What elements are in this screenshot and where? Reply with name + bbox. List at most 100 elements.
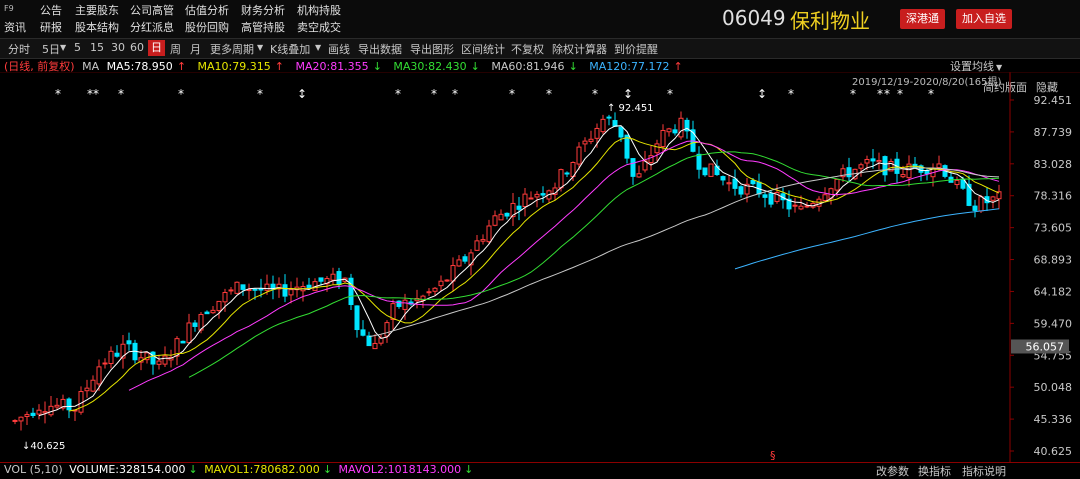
ex-rights-calculator-button[interactable]: 除权计算器 bbox=[552, 41, 607, 57]
candle-body bbox=[480, 239, 486, 242]
event-markers: * * * * * * ↕ * * * * * * ↕ * ↕ * * * * * * bbox=[55, 87, 934, 101]
candle-body bbox=[720, 176, 726, 181]
menu-item-valuation[interactable]: 估值分析 bbox=[185, 2, 229, 19]
menu-item-financials[interactable]: 财务分析 bbox=[241, 2, 285, 19]
candle-body bbox=[846, 167, 852, 178]
tab-5min[interactable]: 5 bbox=[74, 41, 81, 54]
low-price-annotation: ↓40.625 bbox=[22, 441, 65, 452]
candle-body bbox=[18, 416, 24, 422]
price-tick-label: 59.470 bbox=[1034, 317, 1073, 330]
menu-item-institutions[interactable]: 机构持股 bbox=[297, 2, 341, 19]
hk-connect-button[interactable]: 深港通 bbox=[900, 9, 945, 29]
candle-body bbox=[972, 205, 978, 211]
tab-60min[interactable]: 60 bbox=[130, 41, 144, 54]
menu-item-announcement[interactable]: 公告 bbox=[40, 2, 62, 19]
menu-item-exec-holdings[interactable]: 高管持股 bbox=[241, 19, 285, 36]
menu-item-buyback[interactable]: 股份回购 bbox=[185, 19, 229, 36]
menu-news[interactable]: 资讯 bbox=[4, 19, 26, 36]
tab-daily[interactable]: 日 bbox=[148, 40, 165, 56]
menu-item-shareholders[interactable]: 主要股东 bbox=[75, 2, 119, 19]
candle-body bbox=[498, 213, 504, 221]
candle-body bbox=[486, 225, 492, 243]
candle-body bbox=[870, 158, 876, 162]
menu-col-3: 公司高管 分红派息 bbox=[130, 2, 174, 36]
candle-body bbox=[540, 193, 546, 196]
price-tick-label: 50.048 bbox=[1034, 381, 1073, 394]
price-tick-label: 87.739 bbox=[1034, 126, 1073, 139]
mavol2-value: MAVOL2:1018143.000 bbox=[338, 463, 462, 476]
more-periods-button[interactable]: 更多周期 bbox=[210, 41, 254, 57]
candle-body bbox=[678, 117, 684, 138]
event-marker-icon: * bbox=[667, 87, 673, 101]
candle-body bbox=[366, 335, 372, 347]
menu-item-capital-structure[interactable]: 股本结构 bbox=[75, 19, 119, 36]
candle-body bbox=[426, 291, 432, 294]
candle-body bbox=[822, 194, 828, 202]
chevron-down-icon[interactable]: ▼ bbox=[315, 43, 321, 52]
chevron-down-icon[interactable]: ▼ bbox=[60, 43, 66, 52]
tab-15min[interactable]: 15 bbox=[90, 41, 104, 54]
tab-intraday[interactable]: 分时 bbox=[8, 41, 30, 57]
kline-overlay-button[interactable]: K线叠加 bbox=[270, 41, 310, 57]
candle-body bbox=[924, 170, 930, 175]
candle-body bbox=[402, 299, 408, 310]
candle-body bbox=[264, 283, 270, 291]
tab-5day[interactable]: 5日 bbox=[42, 41, 60, 57]
no-adjust-button[interactable]: 不复权 bbox=[511, 41, 544, 57]
event-marker-icon: * bbox=[928, 87, 934, 101]
candlestick-chart[interactable]: 92.451 87.739 83.028 78.316 73.605 68.893 64.1… bbox=[0, 72, 1080, 462]
switch-indicator-button[interactable]: 换指标 bbox=[918, 463, 951, 479]
price-alert-button[interactable]: 到价提醒 bbox=[614, 41, 658, 57]
candle-body bbox=[432, 287, 438, 292]
candle-body bbox=[564, 172, 570, 175]
candle-body bbox=[858, 164, 864, 169]
export-chart-button[interactable]: 导出图形 bbox=[410, 41, 454, 57]
range-stats-button[interactable]: 区间统计 bbox=[461, 41, 505, 57]
price-axis: 92.451 87.739 83.028 78.316 73.605 68.893 64.1… bbox=[1010, 94, 1072, 458]
chevron-down-icon[interactable]: ▼ bbox=[257, 43, 263, 52]
arrow-down-icon: ↓ bbox=[464, 463, 474, 476]
candle-body bbox=[306, 284, 312, 289]
candle-body bbox=[792, 204, 798, 207]
event-marker-icon: * bbox=[897, 87, 903, 101]
menu-item-short-selling[interactable]: 卖空成交 bbox=[297, 19, 341, 36]
menu-col-4: 估值分析 股份回购 bbox=[185, 2, 229, 36]
event-marker-icon: ↕ bbox=[297, 87, 307, 101]
candle-body bbox=[660, 129, 666, 148]
draw-line-button[interactable]: 画线 bbox=[328, 41, 350, 57]
candle-body bbox=[108, 350, 114, 365]
candle-body bbox=[90, 379, 96, 392]
tab-30min[interactable]: 30 bbox=[111, 41, 125, 54]
ma-legend: (日线, 前复权) MA MA5:78.950 ↑ MA10:79.315 ↑ MA… bbox=[0, 58, 691, 73]
candle-body bbox=[240, 284, 246, 290]
candle-body bbox=[216, 300, 222, 312]
event-marker-icon: * bbox=[118, 87, 124, 101]
candle-body bbox=[102, 362, 108, 365]
candle-body bbox=[348, 277, 354, 306]
event-marker-icon: * bbox=[877, 87, 883, 101]
candle-body bbox=[42, 411, 48, 414]
tab-monthly[interactable]: 月 bbox=[190, 41, 201, 57]
candle-body bbox=[492, 215, 498, 226]
candle-body bbox=[156, 360, 162, 365]
event-marker-icon: * bbox=[431, 87, 437, 101]
menu-item-executives[interactable]: 公司高管 bbox=[130, 2, 174, 19]
candle-body bbox=[630, 158, 636, 177]
candle-body bbox=[234, 281, 240, 294]
menu-item-dividends[interactable]: 分红派息 bbox=[130, 19, 174, 36]
add-watchlist-button[interactable]: 加入自选 bbox=[956, 9, 1012, 29]
candle-body bbox=[522, 193, 528, 208]
candle-body bbox=[438, 280, 444, 287]
price-tick-label: 68.893 bbox=[1034, 254, 1073, 267]
export-data-button[interactable]: 导出数据 bbox=[358, 41, 402, 57]
menu-col-1: 公告 研报 bbox=[40, 2, 62, 36]
tab-weekly[interactable]: 周 bbox=[170, 41, 181, 57]
candle-body bbox=[936, 163, 942, 169]
edit-params-button[interactable]: 改参数 bbox=[876, 463, 909, 479]
candle-body bbox=[114, 352, 120, 357]
candle-body bbox=[666, 128, 672, 133]
candle-body bbox=[204, 311, 210, 315]
event-marker-icon: * bbox=[788, 87, 794, 101]
indicator-help-button[interactable]: 指标说明 bbox=[962, 463, 1006, 479]
menu-item-research[interactable]: 研报 bbox=[40, 19, 62, 36]
